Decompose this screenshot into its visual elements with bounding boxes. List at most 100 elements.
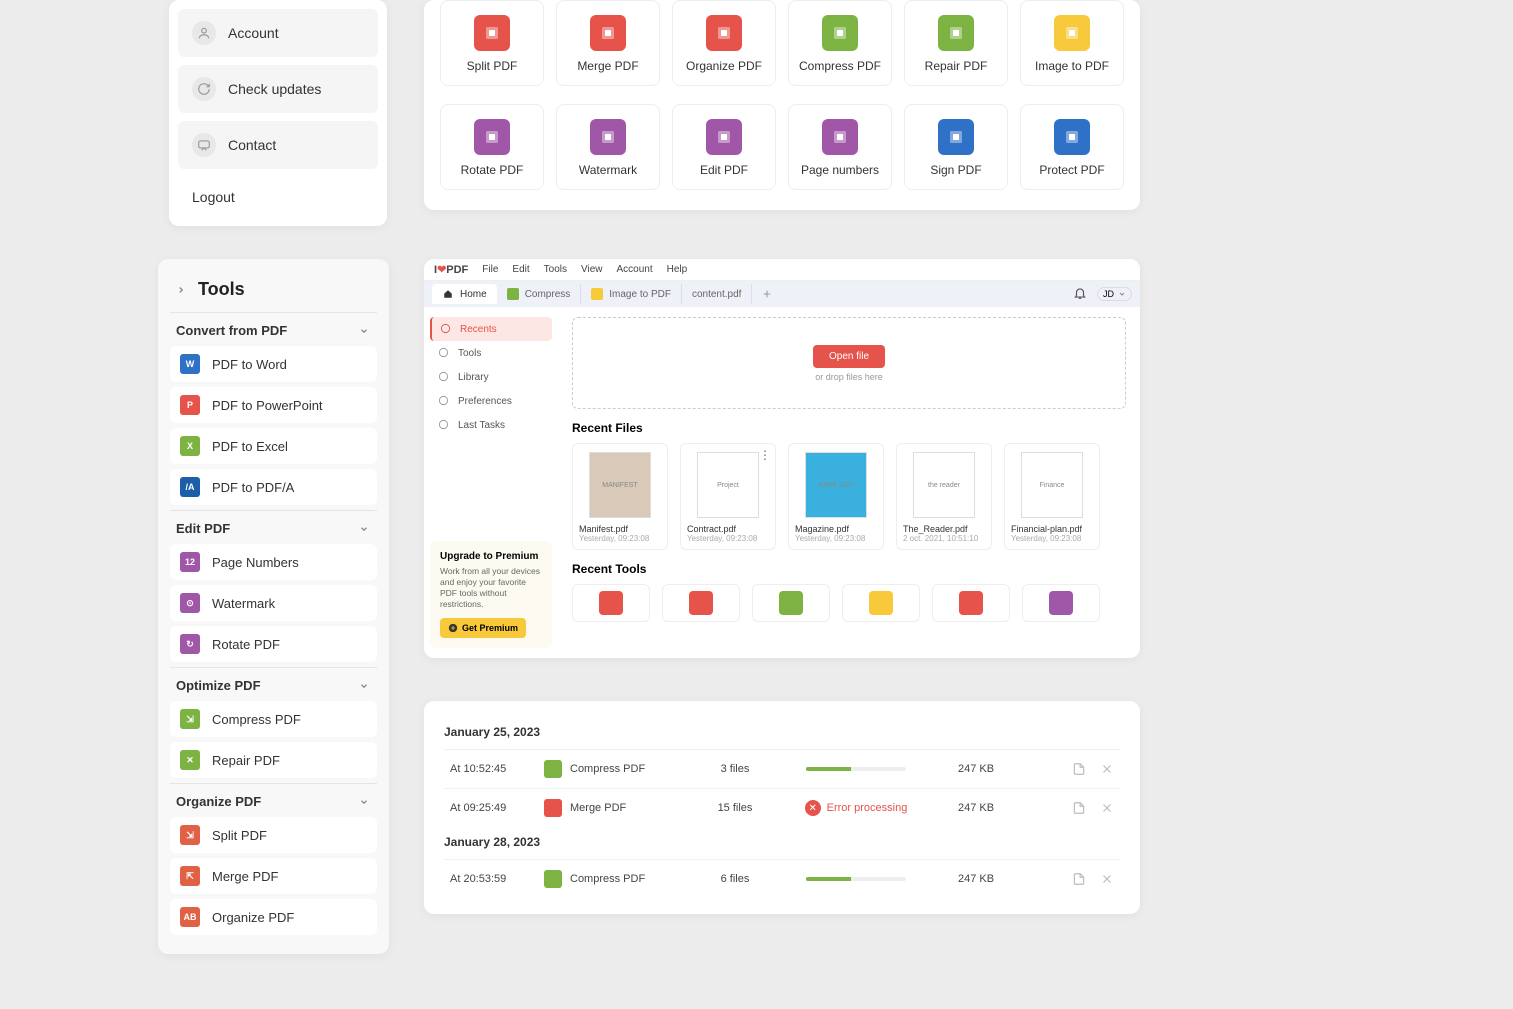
tab[interactable]: content.pdf (682, 284, 752, 304)
close-icon[interactable] (1100, 801, 1114, 815)
category-header[interactable]: Organize PDF (170, 783, 377, 817)
chevron-right-icon (174, 283, 188, 297)
tool-icon: ↻ (180, 634, 200, 654)
sidebar-item[interactable]: Preferences (430, 389, 552, 413)
menu-item[interactable]: File (482, 264, 498, 275)
tool-label: Merge PDF (212, 869, 278, 884)
close-icon[interactable] (1100, 762, 1114, 776)
tool-item[interactable]: ABOrganize PDF (170, 899, 377, 935)
file-icon[interactable] (1072, 872, 1086, 886)
category-header[interactable]: Optimize PDF (170, 667, 377, 701)
menu-item[interactable]: View (581, 264, 603, 275)
tool-card-label: Page numbers (801, 163, 879, 177)
sidebar-item[interactable]: Recents (430, 317, 552, 341)
account-item[interactable]: Check updates (178, 65, 378, 113)
recent-tool-card[interactable] (662, 584, 740, 622)
logout-item[interactable]: Logout (178, 177, 378, 217)
recent-files-title: Recent Files (572, 421, 1126, 435)
menu-item[interactable]: Help (667, 264, 688, 275)
dropzone[interactable]: Open file or drop files here (572, 317, 1126, 409)
recent-tool-card[interactable] (932, 584, 1010, 622)
close-icon[interactable] (1100, 872, 1114, 886)
account-label: Contact (228, 137, 276, 153)
tool-card[interactable]: Rotate PDF (440, 104, 544, 190)
wrench-icon (438, 347, 450, 359)
chevron-down-icon (357, 679, 371, 693)
tool-item[interactable]: /APDF to PDF/A (170, 469, 377, 505)
tool-item[interactable]: ⊙Watermark (170, 585, 377, 621)
tool-card-label: Compress PDF (799, 59, 881, 73)
tool-card[interactable]: Split PDF (440, 0, 544, 86)
recent-tool-card[interactable] (1022, 584, 1100, 622)
file-icon[interactable] (1072, 801, 1086, 815)
tool-icon: ⇲ (180, 825, 200, 845)
file-card[interactable]: MANIFESTManifest.pdfYesterday, 09:23:08 (572, 443, 668, 550)
task-date-header: January 25, 2023 (444, 725, 1120, 739)
recent-tool-card[interactable] (752, 584, 830, 622)
account-label: Logout (192, 189, 235, 205)
tool-item[interactable]: ↻Rotate PDF (170, 626, 377, 662)
tab[interactable]: Image to PDF (581, 284, 682, 304)
tool-item[interactable]: ⇲Compress PDF (170, 701, 377, 737)
tool-label: Page Numbers (212, 555, 299, 570)
file-card[interactable]: FinanceFinancial-plan.pdfYesterday, 09:2… (1004, 443, 1100, 550)
tool-card[interactable]: Edit PDF (672, 104, 776, 190)
tool-item[interactable]: ⇲Split PDF (170, 817, 377, 853)
tool-item[interactable]: XPDF to Excel (170, 428, 377, 464)
bell-icon[interactable] (1073, 286, 1089, 302)
tool-item[interactable]: PPDF to PowerPoint (170, 387, 377, 423)
file-date: 2 oct. 2021, 10:51:10 (903, 534, 985, 543)
tool-card-icon (474, 15, 510, 51)
open-file-button[interactable]: Open file (813, 345, 885, 368)
tool-card[interactable]: Image to PDF (1020, 0, 1124, 86)
category-header[interactable]: Edit PDF (170, 510, 377, 544)
file-icon[interactable] (1072, 762, 1086, 776)
recent-tool-card[interactable] (572, 584, 650, 622)
tool-card-label: Repair PDF (925, 59, 988, 73)
menu-item[interactable]: Tools (544, 264, 567, 275)
sidebar-item[interactable]: Tools (430, 341, 552, 365)
tab[interactable]: Compress (497, 284, 582, 304)
file-card[interactable]: HAVE YOUMagazine.pdfYesterday, 09:23:08 (788, 443, 884, 550)
task-row: At 10:52:45 Compress PDF 3 files 247 KB (444, 749, 1120, 788)
file-card[interactable]: ⋮ProjectContract.pdfYesterday, 09:23:08 (680, 443, 776, 550)
account-item[interactable]: Contact (178, 121, 378, 169)
tool-card[interactable]: Page numbers (788, 104, 892, 190)
tool-icon: /A (180, 477, 200, 497)
file-card[interactable]: the readerThe_Reader.pdf2 oct. 2021, 10:… (896, 443, 992, 550)
tool-card[interactable]: Watermark (556, 104, 660, 190)
tool-icon: ✕ (180, 750, 200, 770)
sidebar-item[interactable]: Last Tasks (430, 413, 552, 437)
get-premium-button[interactable]: Get Premium (440, 618, 526, 638)
sidebar-item[interactable]: Library (430, 365, 552, 389)
more-icon[interactable]: ⋮ (759, 448, 771, 462)
image-icon (591, 288, 603, 300)
task-time: At 09:25:49 (450, 802, 544, 814)
account-item[interactable]: Account (178, 9, 378, 57)
tab[interactable]: Home (432, 284, 497, 304)
menu-item[interactable]: Edit (512, 264, 529, 275)
tool-card[interactable]: Repair PDF (904, 0, 1008, 86)
user-chip[interactable]: JD (1097, 287, 1132, 301)
tools-header[interactable]: Tools (170, 273, 377, 312)
tool-card[interactable]: Sign PDF (904, 104, 1008, 190)
menu-item[interactable]: Account (617, 264, 653, 275)
tool-card[interactable]: Merge PDF (556, 0, 660, 86)
category-header[interactable]: Convert from PDF (170, 312, 377, 346)
tool-card[interactable]: Organize PDF (672, 0, 776, 86)
recent-tool-icon (869, 591, 893, 615)
tool-card-label: Rotate PDF (461, 163, 524, 177)
new-tab-button[interactable] (752, 285, 782, 303)
tool-item[interactable]: 12Page Numbers (170, 544, 377, 580)
tool-item[interactable]: ⇱Merge PDF (170, 858, 377, 894)
recent-tool-icon (1049, 591, 1073, 615)
tool-card[interactable]: Compress PDF (788, 0, 892, 86)
compress-icon (507, 288, 519, 300)
task-time: At 20:53:59 (450, 873, 544, 885)
tool-item[interactable]: ✕Repair PDF (170, 742, 377, 778)
tool-card[interactable]: Protect PDF (1020, 104, 1124, 190)
recent-tool-card[interactable] (842, 584, 920, 622)
file-thumb: the reader (913, 452, 975, 518)
chevron-down-icon (357, 324, 371, 338)
tool-item[interactable]: WPDF to Word (170, 346, 377, 382)
